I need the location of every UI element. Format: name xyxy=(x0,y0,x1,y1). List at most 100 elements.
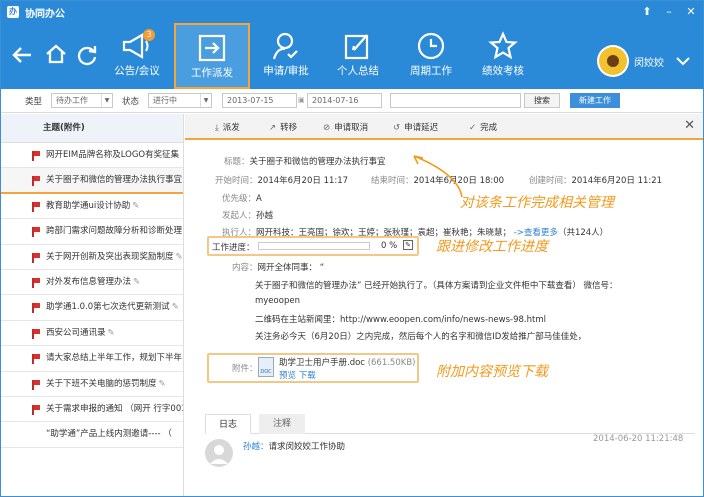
star-icon xyxy=(488,31,518,60)
home-icon[interactable] xyxy=(45,44,67,64)
field-content: 内容：网开全体同事： “ xyxy=(232,261,324,273)
list-item[interactable]: 关于圈子和微信的管理办法执行事宜 xyxy=(1,168,183,194)
list-item[interactable]: 教育助学通ui设计协助 ✎ xyxy=(1,194,183,220)
nav-summary[interactable]: 个人总结 xyxy=(327,23,389,89)
list-item[interactable]: 关于网开创新及突出表现奖励制度 ✎ xyxy=(1,245,183,270)
download-link[interactable]: 下载 xyxy=(299,371,316,381)
list-item[interactable]: 助学通1.0.0第七次迭代更新测试 ✎ xyxy=(1,295,183,321)
sender-value: 孙越 xyxy=(256,211,274,221)
flag-icon xyxy=(32,201,40,212)
close-window-button[interactable]: ✕ xyxy=(683,4,699,20)
content-line: 关于圈子和微信的管理办法” 已经开始执行了。（具体方案请到企业文件柜中下载查看）… xyxy=(255,281,618,291)
status-select[interactable]: 进行中 ▼ xyxy=(148,93,212,108)
filter-bar: 类型 待办工作 ▼ 状态 进行中 ▼ 2013-07-15 ▣ 2014-07-16… xyxy=(1,89,703,113)
list-item-title: 关于下班不关电脑的惩罚制度 xyxy=(46,378,157,389)
chevron-down-icon[interactable] xyxy=(675,56,691,66)
attachment-icon: ✎ xyxy=(132,200,140,211)
flag-icon xyxy=(32,277,40,288)
calendar-icon[interactable]: ▣ xyxy=(298,96,305,104)
content-line: 二维码在主站新闻里：http://www.eoopen.com/info/new… xyxy=(255,315,546,325)
nav-periodic[interactable]: 周期工作 xyxy=(400,23,462,89)
progress-text: 0 % xyxy=(381,241,398,251)
minimize-button[interactable]: – xyxy=(661,4,677,20)
action-transfer[interactable]: ↗ 转移 xyxy=(269,121,297,133)
list-item-title: 对外发布信息管理办法 xyxy=(46,276,132,287)
type-label: 类型 xyxy=(25,97,43,107)
list-item[interactable]: 关于下班不关电脑的惩罚制度 ✎ xyxy=(1,372,183,397)
action-dispatch[interactable]: ⤓ 派发 xyxy=(215,121,240,133)
attachment-info: 助学卫士用户手册.doc (661.50KB) xyxy=(279,356,415,368)
action-bar: ⤓ 派发 ↗ 转移 ⊘ 申请取消 ↺ 申请延迟 ✓ 完成 ✕ xyxy=(185,114,703,140)
content-line: 关注务必今天（6月20日）之内完成，然后每个人的名字和微信ID发给推广部马佳佳处… xyxy=(255,332,587,342)
action-complete[interactable]: ✓ 完成 xyxy=(469,121,497,133)
field-label: 标题： xyxy=(224,157,250,167)
tab-comment[interactable]: 注释 xyxy=(259,414,305,434)
attachment-name[interactable]: 助学卫士用户手册.doc xyxy=(279,358,365,368)
date-to-value: 2014-07-16 xyxy=(312,96,359,105)
attachment-icon: ✎ xyxy=(133,276,141,287)
refresh-icon[interactable] xyxy=(76,44,98,66)
search-button[interactable]: 搜索 xyxy=(524,93,560,108)
flag-icon xyxy=(32,379,40,390)
nav-announcement[interactable]: 3 公告/会议 xyxy=(105,23,169,89)
attachment-size: (661.50KB) xyxy=(367,358,416,368)
nav-label: 公告/会议 xyxy=(114,65,160,77)
share-icon: ↗ xyxy=(269,123,277,133)
tab-log[interactable]: 日志 xyxy=(205,414,251,434)
history-icon: ↺ xyxy=(393,123,401,133)
flag-icon xyxy=(32,227,40,238)
field-created: 创建时间：2014年6月20日 11:21 xyxy=(529,174,662,186)
progress-bar[interactable] xyxy=(258,242,370,250)
nav-label: 申请/审批 xyxy=(263,65,309,77)
nav-dispatch[interactable]: 工作派发 xyxy=(174,23,250,89)
attachment-icon: ✎ xyxy=(171,302,179,313)
nav-approval[interactable]: 申请/审批 xyxy=(255,23,317,89)
new-work-button[interactable]: 新建工作 xyxy=(570,93,620,108)
app-icon: 办 xyxy=(7,6,19,18)
created-time: 2014年6月20日 11:21 xyxy=(571,176,663,186)
list-item-title: 关于需求申报的通知 （网开 行字003 xyxy=(46,403,183,414)
back-icon[interactable] xyxy=(11,45,33,65)
date-to-input[interactable]: 2014-07-16 xyxy=(307,93,382,108)
list-item-title: 助学通1.0.0第七次迭代更新测试 xyxy=(46,302,170,313)
attachment-icon: ✎ xyxy=(158,378,166,389)
nav-performance[interactable]: 绩效考核 xyxy=(472,23,534,89)
action-cancel[interactable]: ⊘ 申请取消 xyxy=(323,121,368,133)
list-header: 主题(附件) xyxy=(1,114,183,143)
log-entry: 孙越：请求闵姣姣工作协助 xyxy=(243,440,345,452)
list-item-title: “助学通”产品上线内测邀请---- （ xyxy=(46,429,172,440)
date-from-input[interactable]: 2013-07-15 xyxy=(222,93,297,108)
status-value: 进行中 xyxy=(153,96,177,105)
dispatch-icon: ⤓ xyxy=(215,123,219,133)
list-item[interactable]: 西安公司通讯录 ✎ xyxy=(1,321,183,347)
user-icon xyxy=(210,445,228,464)
search-input[interactable] xyxy=(390,93,521,108)
flag-icon xyxy=(32,404,40,415)
preview-link[interactable]: 预览 xyxy=(279,371,296,381)
user-name[interactable]: 闵姣姣 xyxy=(634,54,664,69)
close-icon[interactable]: ✕ xyxy=(684,118,695,133)
list-item-title: 关于网开创新及突出表现奖励制度 xyxy=(46,251,174,262)
flag-icon xyxy=(32,252,40,263)
action-label: 派发 xyxy=(222,123,240,133)
list-item[interactable]: 请大家总结上半年工作，规划下半年 xyxy=(1,346,183,372)
priority-value: A xyxy=(256,194,262,204)
list-item[interactable]: 网开EIM品牌名称及LOGO有奖征集 xyxy=(1,143,183,169)
action-delay[interactable]: ↺ 申请延迟 xyxy=(393,121,438,133)
field-title: 标题：关于圈子和微信的管理办法执行事宜 xyxy=(224,155,386,167)
type-select[interactable]: 待办工作 ▼ xyxy=(51,93,113,108)
notification-badge: 3 xyxy=(143,29,155,41)
list-item[interactable]: 关于需求申报的通知 （网开 行字003 xyxy=(1,397,183,423)
list-item-title: 西安公司通讯录 xyxy=(46,327,106,338)
list-item[interactable]: 跨部门需求问题故障分析和诊断处理 xyxy=(1,219,183,245)
pin-icon[interactable]: ⬆ xyxy=(639,4,655,20)
sunflower-icon xyxy=(599,47,627,75)
user-avatar[interactable] xyxy=(597,45,629,77)
list-item[interactable]: 对外发布信息管理办法 ✎ xyxy=(1,270,183,296)
log-text: 请求闵姣姣工作协助 xyxy=(268,442,346,452)
dispatch-icon xyxy=(198,34,226,62)
edit-icon[interactable]: ✎ xyxy=(403,240,413,250)
nav-label: 绩效考核 xyxy=(482,65,524,77)
log-user[interactable]: 孙越： xyxy=(243,442,269,452)
list-item[interactable]: “助学通”产品上线内测邀请---- （ xyxy=(1,422,183,448)
